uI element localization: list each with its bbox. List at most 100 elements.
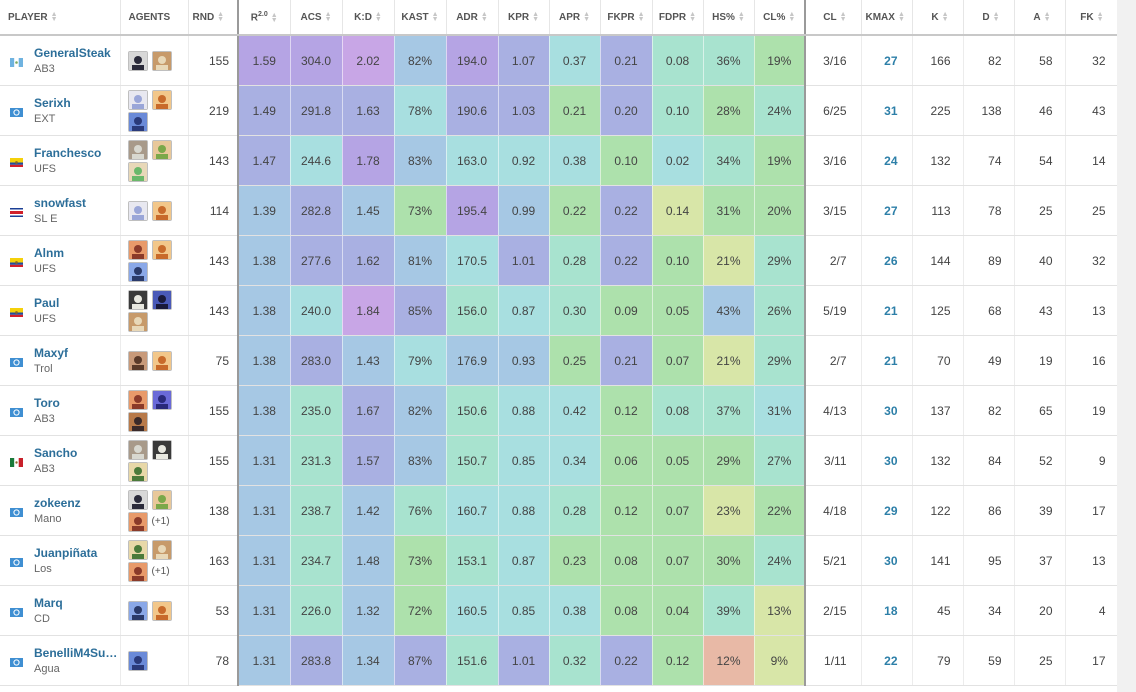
col-header-kast[interactable]: KAST ▲ ▼ bbox=[394, 0, 447, 36]
kmax-cell[interactable]: 21 bbox=[861, 335, 913, 386]
col-header-kpr[interactable]: KPR ▲ ▼ bbox=[498, 0, 550, 36]
sort-icon[interactable]: ▲ ▼ bbox=[898, 11, 905, 23]
sort-icon[interactable]: ▲ ▼ bbox=[993, 11, 1000, 23]
col-header-apr[interactable]: APR ▲ ▼ bbox=[549, 0, 601, 36]
sort-icon[interactable]: ▲ ▼ bbox=[638, 11, 645, 23]
kmax-cell[interactable]: 30 bbox=[861, 435, 913, 486]
player-cell[interactable]: GeneralSteak AB3 bbox=[0, 35, 121, 86]
stat-hs-cell: 39% bbox=[703, 585, 755, 636]
sort-icon[interactable]: ▲ ▼ bbox=[271, 12, 278, 24]
col-header-adr[interactable]: ADR ▲ ▼ bbox=[446, 0, 499, 36]
player-cell[interactable]: zokeenz Mano bbox=[0, 485, 121, 536]
kmax-cell[interactable]: 30 bbox=[861, 535, 913, 586]
kmax-cell[interactable]: 29 bbox=[861, 485, 913, 536]
player-cell[interactable]: Alnm UFS bbox=[0, 235, 121, 286]
vertical-scrollbar[interactable] bbox=[1117, 0, 1136, 692]
player-row[interactable]: Paul UFS 143 1.38 240.0 1.84 85% 156.0 0.87 0.30 0… bbox=[0, 285, 1119, 336]
country-flag-icon bbox=[10, 56, 23, 67]
col-header-fdpr[interactable]: FDPR ▲ ▼ bbox=[652, 0, 704, 36]
sort-icon[interactable]: ▲ ▼ bbox=[788, 11, 795, 23]
player-row[interactable]: Sancho AB3 155 1.31 231.3 1.57 83% 150.7 0.85 0.3… bbox=[0, 435, 1119, 486]
player-name-link[interactable]: Paul bbox=[34, 296, 120, 310]
sort-icon[interactable]: ▲ ▼ bbox=[51, 11, 58, 23]
player-name-link[interactable]: Marq bbox=[34, 596, 120, 610]
first-kills-cell: 25 bbox=[1065, 185, 1119, 236]
kmax-cell[interactable]: 18 bbox=[861, 585, 913, 636]
player-cell[interactable]: Maxyf Trol bbox=[0, 335, 121, 386]
player-name-link[interactable]: Serixh bbox=[34, 96, 120, 110]
player-cell[interactable]: snowfast SL E bbox=[0, 185, 121, 236]
sort-icon[interactable]: ▲ ▼ bbox=[432, 11, 439, 23]
player-name-link[interactable]: Alnm bbox=[34, 246, 120, 260]
player-row[interactable]: Alnm UFS 143 1.38 277.6 1.62 81% 170.5 1.01 0.28 0… bbox=[0, 235, 1119, 286]
player-row[interactable]: snowfast SL E 114 1.39 282.8 1.45 73% 195.4 0.99… bbox=[0, 185, 1119, 236]
col-header-fkpr[interactable]: FKPR ▲ ▼ bbox=[600, 0, 653, 36]
col-header-k-d[interactable]: K:D ▲ ▼ bbox=[342, 0, 395, 36]
sort-icon[interactable]: ▲ ▼ bbox=[840, 11, 847, 23]
col-header-d[interactable]: D ▲ ▼ bbox=[963, 0, 1015, 36]
sort-icon[interactable]: ▲ ▼ bbox=[325, 11, 332, 23]
sort-icon[interactable]: ▲ ▼ bbox=[481, 11, 488, 23]
player-name-link[interactable]: Toro bbox=[34, 396, 120, 410]
player-name-link[interactable]: Franchesco bbox=[34, 146, 120, 160]
sort-icon[interactable]: ▲ ▼ bbox=[1097, 11, 1104, 23]
player-cell[interactable]: Toro AB3 bbox=[0, 385, 121, 436]
sort-icon[interactable]: ▲ ▼ bbox=[583, 11, 590, 23]
player-name-link[interactable]: Juanpiñata bbox=[34, 546, 120, 560]
sort-icon[interactable]: ▲ ▼ bbox=[532, 11, 539, 23]
col-header-kmax[interactable]: KMAX ▲ ▼ bbox=[861, 0, 913, 36]
player-row[interactable]: zokeenz Mano (+1) 138 1.31 238.7 1.42 76% 160.7 0… bbox=[0, 485, 1119, 536]
sort-icon[interactable]: ▲ ▼ bbox=[738, 11, 745, 23]
player-cell[interactable]: Paul UFS bbox=[0, 285, 121, 336]
rounds-cell: 138 bbox=[188, 485, 239, 536]
col-header-cl-[interactable]: CL% ▲ ▼ bbox=[754, 0, 806, 36]
player-row[interactable]: Franchesco UFS 143 1.47 244.6 1.78 83% 163.0 0.9… bbox=[0, 135, 1119, 186]
kmax-cell[interactable]: 24 bbox=[861, 135, 913, 186]
player-row[interactable]: Maxyf Trol 75 1.38 283.0 1.43 79% 176.9 0.93 0.25… bbox=[0, 335, 1119, 386]
player-cell[interactable]: Franchesco UFS bbox=[0, 135, 121, 186]
player-name-link[interactable]: zokeenz bbox=[34, 496, 120, 510]
player-cell[interactable]: Sancho AB3 bbox=[0, 435, 121, 486]
first-kills-cell: 14 bbox=[1065, 135, 1119, 186]
kmax-cell[interactable]: 26 bbox=[861, 235, 913, 286]
col-header-player[interactable]: PLAYER ▲ ▼ bbox=[0, 0, 121, 36]
player-cell[interactable]: BenelliM4Sup... Agua bbox=[0, 635, 121, 686]
player-team: Los bbox=[34, 563, 52, 575]
col-header-cl[interactable]: CL ▲ ▼ bbox=[805, 0, 862, 36]
kmax-cell[interactable]: 31 bbox=[861, 85, 913, 136]
player-name-link[interactable]: BenelliM4Sup... bbox=[34, 646, 120, 660]
sort-icon[interactable]: ▲ ▼ bbox=[942, 11, 949, 23]
col-header-acs[interactable]: ACS ▲ ▼ bbox=[290, 0, 343, 36]
kmax-cell[interactable]: 30 bbox=[861, 385, 913, 436]
agent-icon bbox=[151, 89, 172, 110]
sort-icon[interactable]: ▲ ▼ bbox=[1044, 11, 1051, 23]
player-row[interactable]: GeneralSteak AB3 155 1.59 304.0 2.02 82% 194.0 1… bbox=[0, 35, 1119, 86]
kmax-cell[interactable]: 21 bbox=[861, 285, 913, 336]
player-name-link[interactable]: Maxyf bbox=[34, 346, 120, 360]
player-row[interactable]: Serixh EXT 219 1.49 291.8 1.63 78% 190.6 1.03 0.2… bbox=[0, 85, 1119, 136]
kmax-cell[interactable]: 27 bbox=[861, 35, 913, 86]
sort-icon[interactable]: ▲ ▼ bbox=[375, 11, 382, 23]
player-row[interactable]: BenelliM4Sup... Agua 78 1.31 283.8 1.34 87% 151… bbox=[0, 635, 1119, 686]
player-row[interactable]: Toro AB3 155 1.38 235.0 1.67 82% 150.6 0.88 0.42 0… bbox=[0, 385, 1119, 436]
kmax-cell[interactable]: 22 bbox=[861, 635, 913, 686]
col-header-hs-[interactable]: HS% ▲ ▼ bbox=[703, 0, 755, 36]
kmax-cell[interactable]: 27 bbox=[861, 185, 913, 236]
col-header-k[interactable]: K ▲ ▼ bbox=[912, 0, 964, 36]
player-name-link[interactable]: Sancho bbox=[34, 446, 120, 460]
col-header-a[interactable]: A ▲ ▼ bbox=[1014, 0, 1066, 36]
player-cell[interactable]: Juanpiñata Los bbox=[0, 535, 121, 586]
col-header-fk[interactable]: FK ▲ ▼ bbox=[1065, 0, 1119, 36]
header-row: PLAYER ▲ ▼ AGENTS RND ▲ ▼ R2.0 ▲ ▼ ACS ▲ ▼ K:D ▲ ▼ KAST ▲… bbox=[0, 0, 1119, 36]
sort-icon[interactable]: ▲ ▼ bbox=[689, 11, 696, 23]
sort-icon[interactable]: ▲ ▼ bbox=[217, 11, 224, 23]
col-header-rnd[interactable]: RND ▲ ▼ bbox=[188, 0, 239, 36]
player-row[interactable]: Marq CD 53 1.31 226.0 1.32 72% 160.5 0.85 0.38 0.0… bbox=[0, 585, 1119, 636]
player-name-link[interactable]: snowfast bbox=[34, 196, 120, 210]
player-cell[interactable]: Marq CD bbox=[0, 585, 121, 636]
agents-cell bbox=[120, 585, 189, 636]
col-header-r[interactable]: R2.0 ▲ ▼ bbox=[237, 0, 291, 36]
player-row[interactable]: Juanpiñata Los (+1) 163 1.31 234.7 1.48 73% 153.… bbox=[0, 535, 1119, 586]
player-cell[interactable]: Serixh EXT bbox=[0, 85, 121, 136]
player-name-link[interactable]: GeneralSteak bbox=[34, 46, 120, 60]
